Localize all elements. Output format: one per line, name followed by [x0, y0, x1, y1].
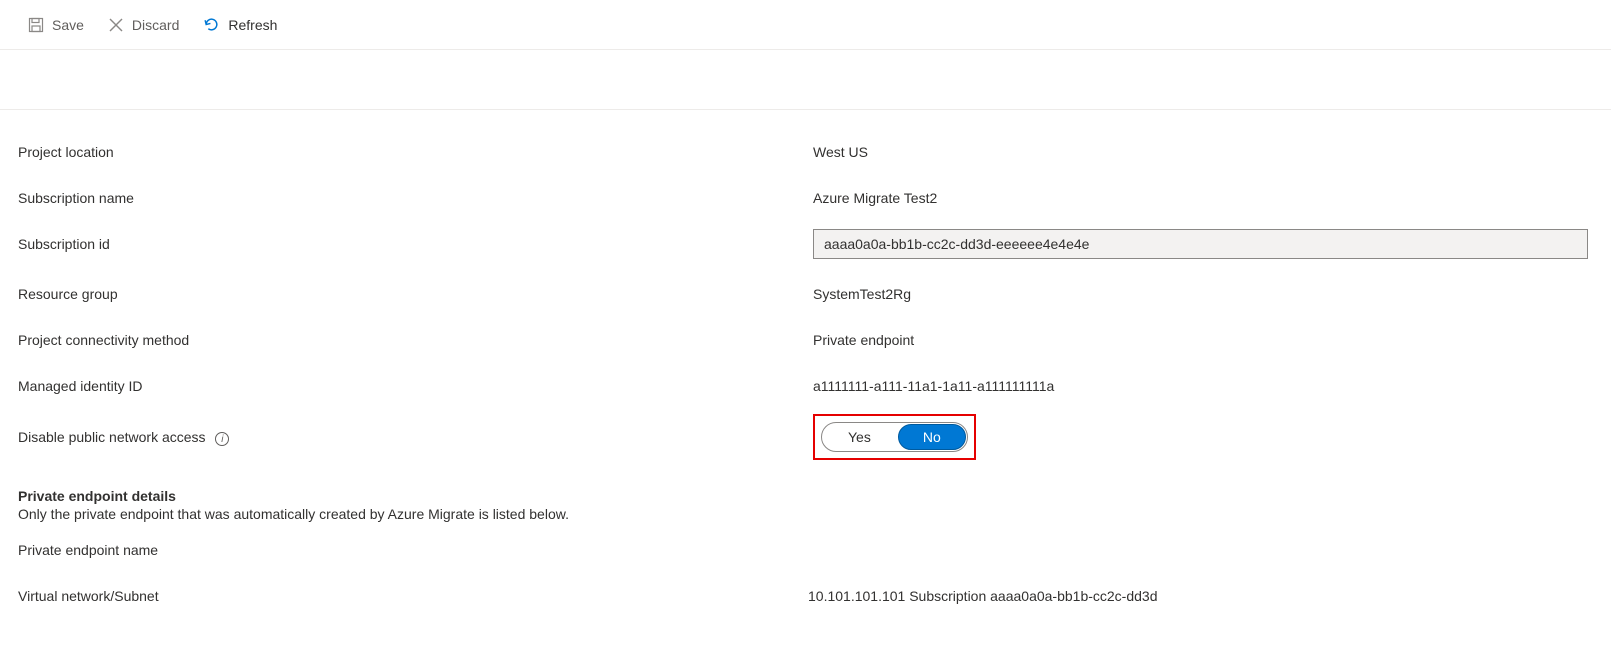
save-button[interactable]: Save — [18, 11, 94, 39]
value-connectivity-method: Private endpoint — [813, 332, 914, 348]
label-connectivity-method: Project connectivity method — [18, 332, 813, 348]
yes-no-toggle[interactable]: Yes No — [821, 422, 968, 452]
value-vnet-subnet: 10.101.101.101 Subscription aaaa0a0a-bb1… — [808, 588, 1158, 604]
field-subscription-id: Subscription id — [18, 224, 1593, 264]
value-project-location: West US — [813, 144, 868, 160]
info-icon[interactable]: i — [215, 432, 229, 446]
link-subscription-name[interactable]: Azure Migrate Test2 — [813, 190, 937, 206]
properties-panel: Project location West US Subscription na… — [0, 110, 1611, 662]
discard-button-label: Discard — [132, 17, 179, 33]
value-managed-identity: a1111111-a111-11a1-1a11-a111111111a — [813, 378, 1054, 394]
label-managed-identity: Managed identity ID — [18, 378, 813, 394]
discard-button[interactable]: Discard — [98, 11, 189, 39]
field-resource-group: Resource group SystemTest2Rg — [18, 274, 1593, 314]
label-vnet-subnet: Virtual network/Subnet — [18, 588, 813, 604]
toggle-option-no[interactable]: No — [898, 424, 966, 450]
save-button-label: Save — [52, 17, 84, 33]
refresh-button[interactable]: Refresh — [193, 10, 287, 39]
highlight-box: Yes No — [813, 414, 976, 460]
private-endpoint-heading: Private endpoint details — [18, 488, 1593, 504]
link-resource-group[interactable]: SystemTest2Rg — [813, 286, 911, 302]
label-subscription-name: Subscription name — [18, 190, 813, 206]
label-resource-group: Resource group — [18, 286, 813, 302]
field-managed-identity: Managed identity ID a1111111-a111-11a1-1… — [18, 366, 1593, 406]
field-subscription-name: Subscription name Azure Migrate Test2 — [18, 178, 1593, 218]
field-connectivity-method: Project connectivity method Private endp… — [18, 320, 1593, 360]
command-bar: Save Discard Refresh — [0, 0, 1611, 50]
toggle-option-yes[interactable]: Yes — [822, 423, 897, 451]
refresh-icon — [203, 16, 220, 33]
label-subscription-id: Subscription id — [18, 236, 813, 252]
field-vnet-subnet: Virtual network/Subnet 10.101.101.101 Su… — [18, 576, 1593, 616]
label-private-endpoint-name: Private endpoint name — [18, 542, 813, 558]
value-disable-public-access: Yes No — [813, 414, 976, 460]
private-endpoint-subtext: Only the private endpoint that was autom… — [18, 506, 1593, 522]
field-private-endpoint-name: Private endpoint name — [18, 530, 1593, 570]
label-project-location: Project location — [18, 144, 813, 160]
spacer — [0, 50, 1611, 110]
save-icon — [28, 17, 44, 33]
value-subscription-id — [813, 229, 1593, 259]
field-disable-public-access: Disable public network access i Yes No — [18, 414, 1593, 460]
close-icon — [108, 17, 124, 33]
field-project-location: Project location West US — [18, 132, 1593, 172]
subscription-id-input[interactable] — [813, 229, 1588, 259]
label-disable-public-access: Disable public network access i — [18, 429, 813, 446]
refresh-button-label: Refresh — [228, 17, 277, 33]
